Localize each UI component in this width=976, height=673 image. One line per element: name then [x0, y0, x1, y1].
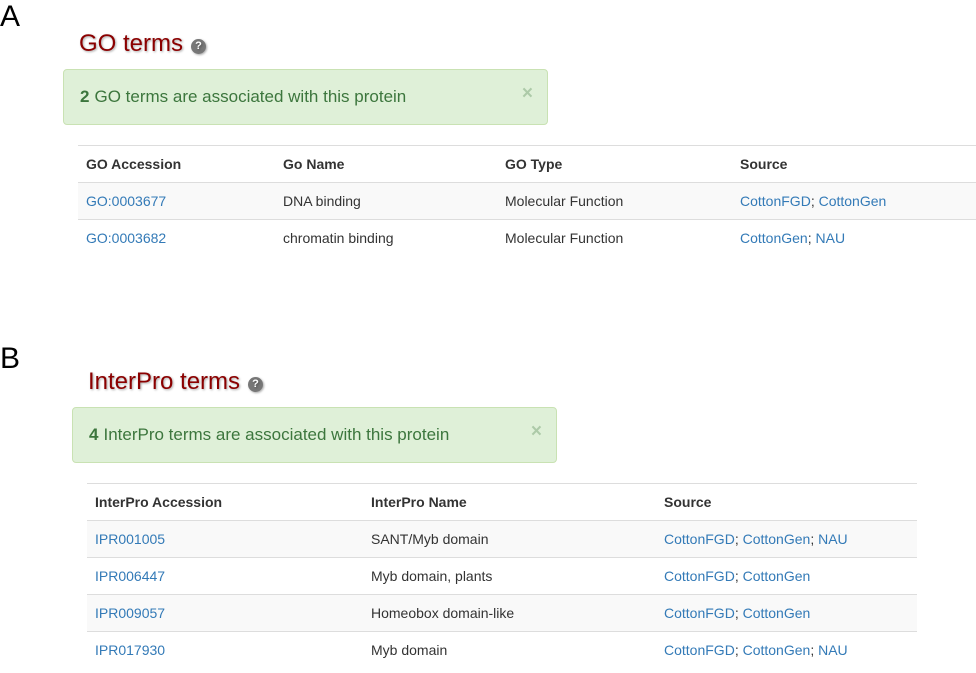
interpro-name-cell: Myb domain: [363, 631, 656, 668]
source-cell: CottonFGD; CottonGen; NAU: [656, 520, 917, 558]
interpro-accession-link[interactable]: IPR001005: [95, 531, 165, 547]
interpro-name-cell: Myb domain, plants: [363, 557, 656, 595]
source-link[interactable]: CottonGen: [743, 642, 811, 658]
column-header-interpro-accession: InterPro Accession: [87, 483, 363, 521]
table-header-row: GO Accession Go Name GO Type Source: [78, 145, 976, 183]
go-type-cell: Molecular Function: [497, 219, 732, 256]
source-link[interactable]: CottonGen: [743, 605, 811, 621]
go-accession-link[interactable]: GO:0003677: [86, 193, 166, 209]
question-circle-icon[interactable]: ?: [248, 376, 264, 392]
source-link[interactable]: CottonFGD: [664, 605, 735, 621]
table-row: IPR009057 Homeobox domain-like CottonFGD…: [87, 594, 917, 632]
go-terms-table: GO Accession Go Name GO Type Source GO:0…: [78, 145, 976, 256]
panel-a-letter: A: [0, 0, 21, 33]
interpro-accession-link[interactable]: IPR006447: [95, 568, 165, 584]
go-terms-title: GO terms: [79, 30, 184, 57]
source-link[interactable]: CottonGen: [819, 193, 887, 209]
column-header-source: Source: [656, 483, 917, 521]
interpro-terms-alert: 4 InterPro terms are associated with thi…: [72, 407, 557, 463]
column-header-interpro-name: InterPro Name: [363, 483, 656, 521]
source-cell: CottonFGD; CottonGen: [732, 182, 976, 220]
source-link[interactable]: CottonFGD: [664, 568, 735, 584]
source-cell: CottonFGD; CottonGen; NAU: [656, 631, 917, 668]
interpro-terms-table: InterPro Accession InterPro Name Source …: [87, 483, 917, 668]
source-link[interactable]: NAU: [818, 642, 848, 658]
table-row: IPR001005 SANT/Myb domain CottonFGD; Cot…: [87, 520, 917, 558]
source-link[interactable]: NAU: [816, 230, 846, 246]
column-header-go-name: Go Name: [275, 145, 497, 183]
interpro-terms-count: 4: [89, 425, 99, 444]
table-row: IPR006447 Myb domain, plants CottonFGD; …: [87, 557, 917, 595]
question-circle-icon[interactable]: ?: [191, 38, 207, 54]
source-cell: CottonFGD; CottonGen: [656, 557, 917, 595]
go-terms-alert-text: GO terms are associated with this protei…: [94, 87, 407, 106]
source-cell: CottonGen; NAU: [732, 219, 976, 256]
go-accession-link[interactable]: GO:0003682: [86, 230, 166, 246]
source-link[interactable]: NAU: [818, 531, 848, 547]
interpro-terms-title: InterPro terms: [88, 368, 241, 395]
go-type-cell: Molecular Function: [497, 182, 732, 220]
go-name-cell: chromatin binding: [275, 219, 497, 256]
close-icon[interactable]: ×: [522, 84, 533, 103]
column-header-go-accession: GO Accession: [78, 145, 275, 183]
interpro-accession-link[interactable]: IPR017930: [95, 642, 165, 658]
go-name-cell: DNA binding: [275, 182, 497, 220]
column-header-go-type: GO Type: [497, 145, 732, 183]
table-row: GO:0003677 DNA binding Molecular Functio…: [78, 182, 976, 220]
go-terms-count: 2: [80, 87, 90, 106]
panel-b-letter: B: [0, 342, 21, 375]
table-header-row: InterPro Accession InterPro Name Source: [87, 483, 917, 521]
table-row: IPR017930 Myb domain CottonFGD; CottonGe…: [87, 631, 917, 668]
interpro-terms-alert-text: InterPro terms are associated with this …: [103, 425, 450, 444]
go-terms-alert: 2 GO terms are associated with this prot…: [63, 69, 548, 125]
table-row: GO:0003682 chromatin binding Molecular F…: [78, 219, 976, 256]
source-link[interactable]: CottonFGD: [740, 193, 811, 209]
interpro-terms-heading: InterPro terms ?: [88, 368, 264, 396]
source-link[interactable]: CottonGen: [743, 531, 811, 547]
go-terms-heading: GO terms ?: [79, 30, 207, 58]
interpro-name-cell: Homeobox domain-like: [363, 594, 656, 632]
source-link[interactable]: CottonFGD: [664, 642, 735, 658]
source-link[interactable]: CottonGen: [740, 230, 808, 246]
close-icon[interactable]: ×: [531, 422, 542, 441]
interpro-accession-link[interactable]: IPR009057: [95, 605, 165, 621]
column-header-source: Source: [732, 145, 976, 183]
source-link[interactable]: CottonGen: [743, 568, 811, 584]
source-cell: CottonFGD; CottonGen: [656, 594, 917, 632]
interpro-name-cell: SANT/Myb domain: [363, 520, 656, 558]
source-link[interactable]: CottonFGD: [664, 531, 735, 547]
